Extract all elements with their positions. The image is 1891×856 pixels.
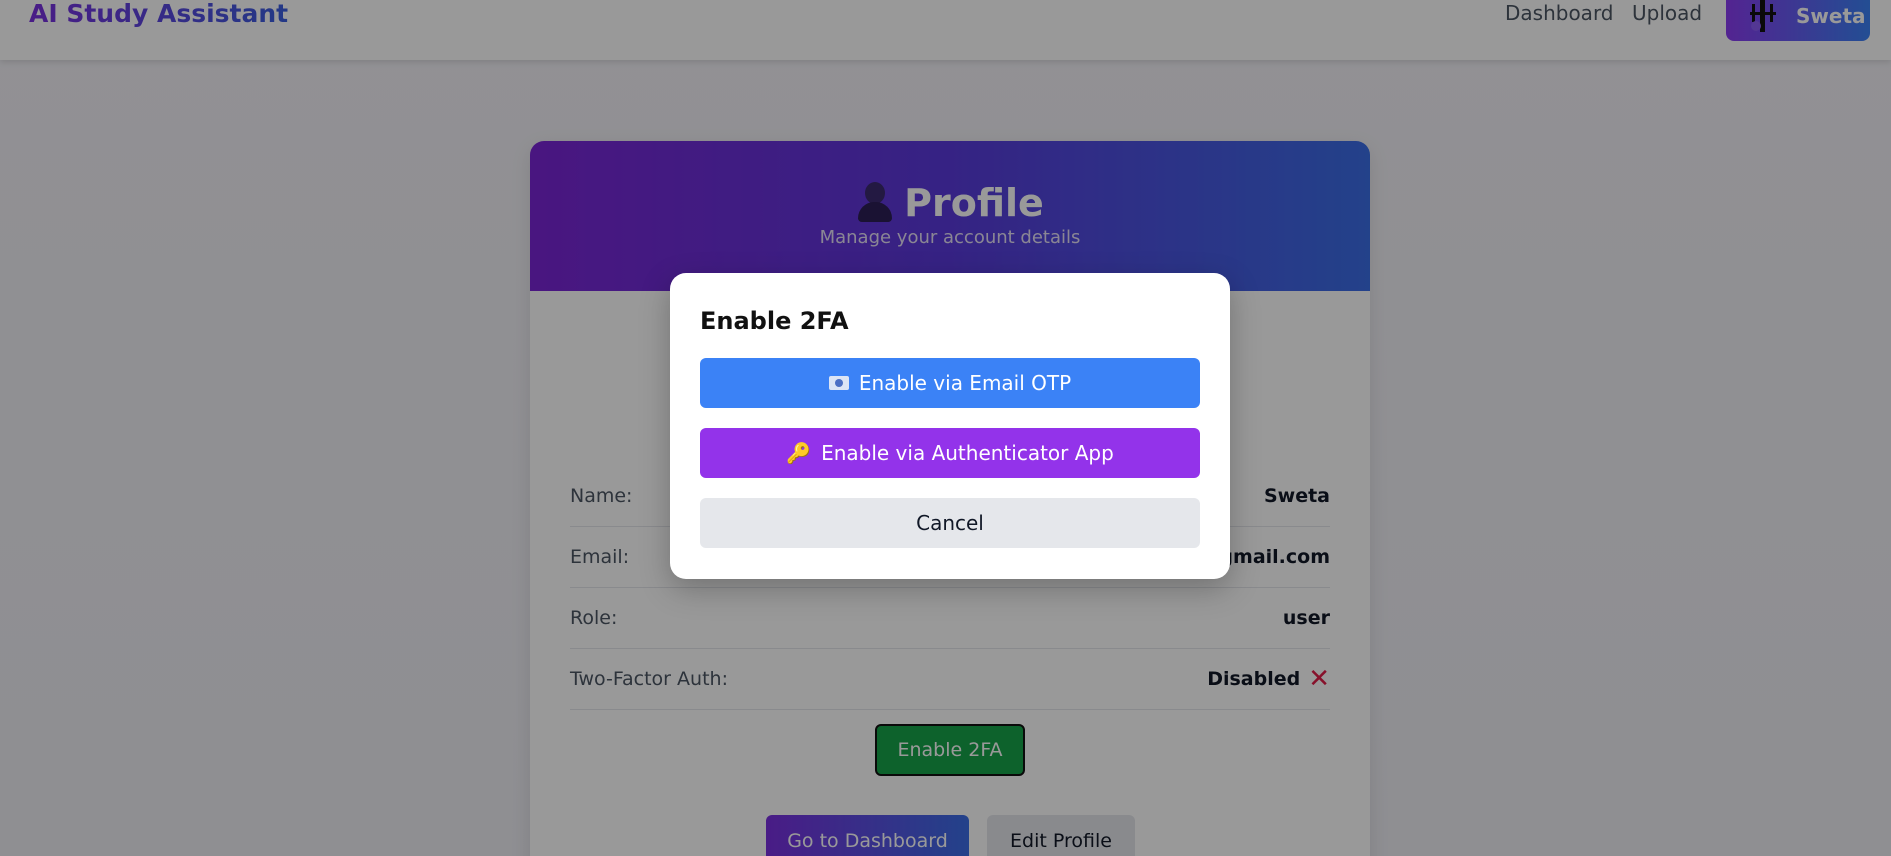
authenticator-label: Enable via Authenticator App [821, 441, 1114, 465]
email-icon [828, 376, 849, 390]
cancel-button[interactable]: Cancel [700, 498, 1200, 548]
enable-2fa-modal: Enable 2FA Enable via Email OTP 🔑 Enable… [670, 273, 1230, 579]
key-icon: 🔑 [786, 441, 812, 465]
modal-title: Enable 2FA [700, 307, 849, 335]
page: AI Study Assistant Dashboard Upload Swet… [0, 0, 1891, 856]
enable-authenticator-button[interactable]: 🔑 Enable via Authenticator App [700, 428, 1200, 478]
enable-email-otp-button[interactable]: Enable via Email OTP [700, 358, 1200, 408]
email-otp-label: Enable via Email OTP [858, 371, 1072, 395]
